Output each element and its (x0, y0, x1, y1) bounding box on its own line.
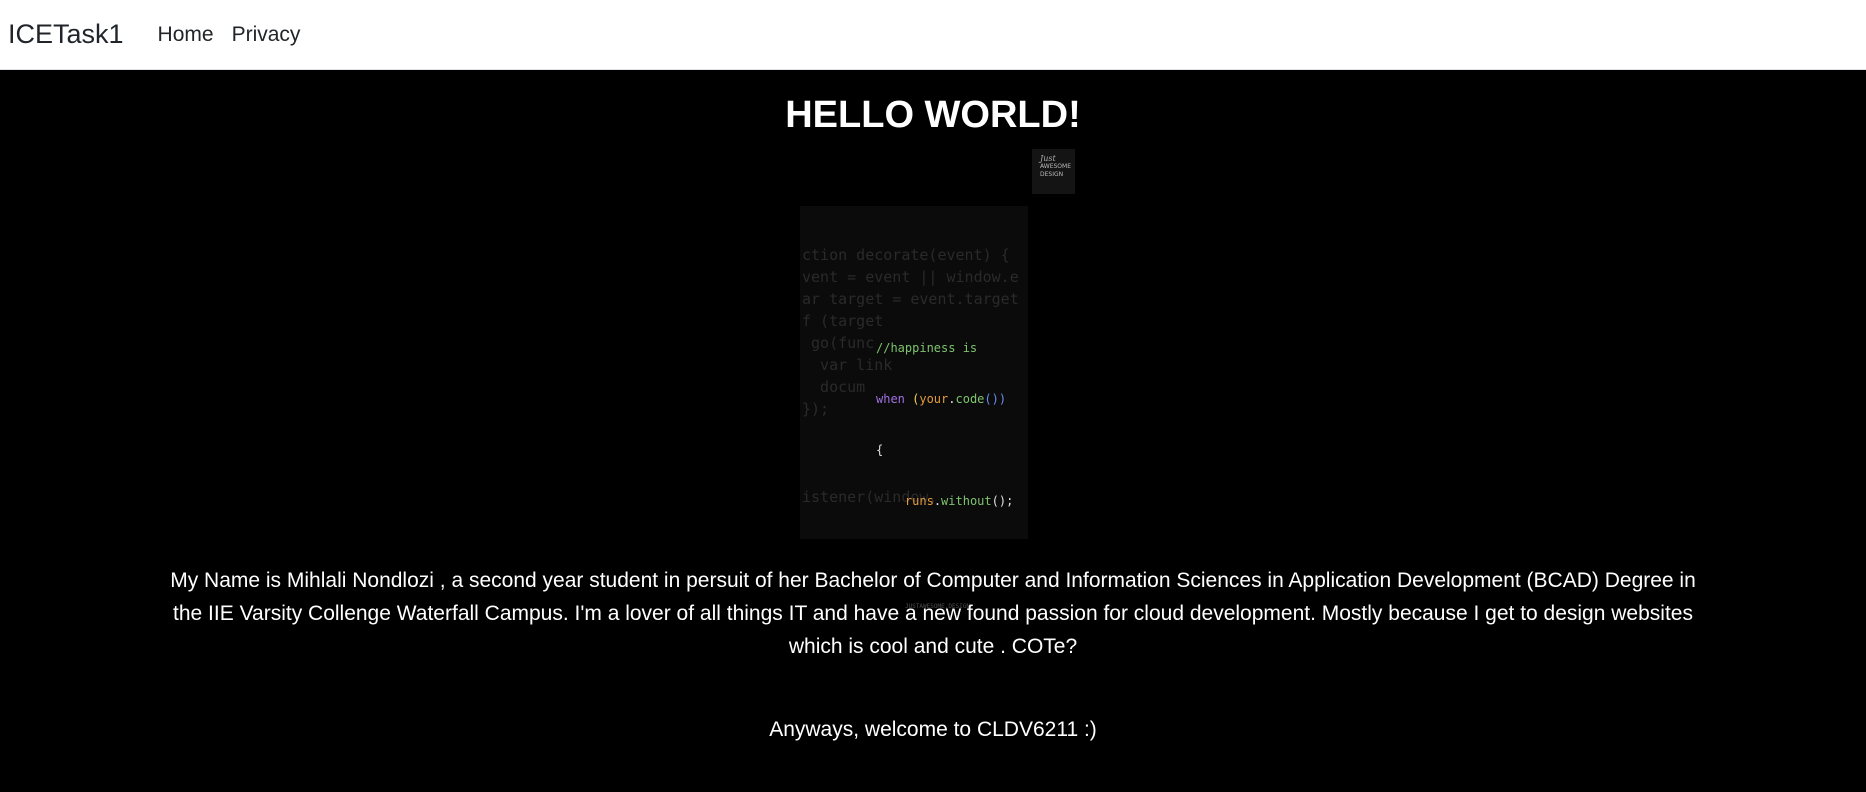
welcome-text: Anyways, welcome to CLDV6211 :) (769, 718, 1097, 741)
brand-link[interactable]: ICETask1 (8, 19, 124, 50)
nav-link-home[interactable]: Home (158, 23, 214, 47)
code-line-when: when (your.code()) (876, 392, 1007, 406)
code-line-runs: runs.without(); (904, 494, 1014, 508)
bio-paragraph: My Name is Mihlali Nondlozi , a second y… (170, 569, 1696, 658)
poster-code-panel: ction decorate(event) { vent = event || … (800, 206, 1028, 539)
poster-code: //happiness is when (your.code()) { runs… (876, 341, 1014, 508)
page-heading: HELLO WORLD! (785, 94, 1081, 136)
navbar: ICETask1 Home Privacy (0, 0, 1866, 70)
code-poster-image: Just AWESOME DESIGN ction decorate(event… (800, 149, 1075, 619)
poster-logo: Just AWESOME DESIGN (1032, 149, 1075, 194)
nav-link-privacy[interactable]: Privacy (232, 23, 301, 47)
main-content: HELLO WORLD! Just AWESOME DESIGN ction d… (0, 70, 1866, 792)
